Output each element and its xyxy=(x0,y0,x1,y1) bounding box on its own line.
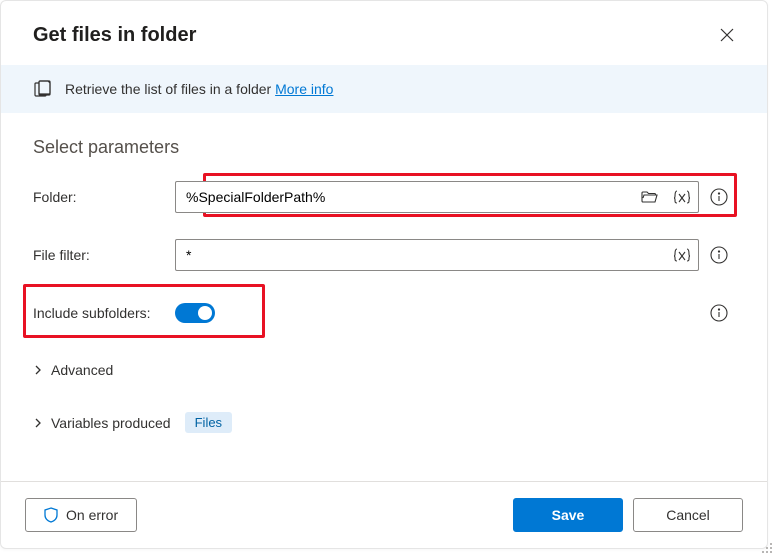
folder-input[interactable] xyxy=(176,182,634,212)
chevron-right-icon xyxy=(33,365,43,375)
folder-info-button[interactable] xyxy=(703,188,735,206)
shield-icon xyxy=(44,507,58,523)
close-button[interactable] xyxy=(711,19,743,51)
subfolders-info-button[interactable] xyxy=(703,304,735,322)
include-subfolders-toggle[interactable] xyxy=(175,303,215,323)
folder-row: Folder: xyxy=(33,180,735,214)
dialog-header: Get files in folder xyxy=(1,1,767,65)
banner-text-label: Retrieve the list of files in a folder xyxy=(65,81,271,97)
file-filter-variable-button[interactable] xyxy=(666,240,698,270)
variable-icon xyxy=(673,248,691,262)
folder-field xyxy=(175,181,699,213)
cancel-label: Cancel xyxy=(666,507,710,523)
dialog: Get files in folder Retrieve the list of… xyxy=(0,0,768,549)
variable-icon xyxy=(673,190,691,204)
include-subfolders-row: Include subfolders: xyxy=(33,296,735,330)
resize-grip[interactable] xyxy=(761,542,773,554)
toggle-knob xyxy=(198,306,212,320)
footer-right: Save Cancel xyxy=(513,498,743,532)
on-error-button[interactable]: On error xyxy=(25,498,137,532)
variables-label: Variables produced xyxy=(51,415,171,431)
save-button[interactable]: Save xyxy=(513,498,623,532)
on-error-label: On error xyxy=(66,507,118,523)
banner-text: Retrieve the list of files in a folder M… xyxy=(65,81,333,97)
file-filter-info-button[interactable] xyxy=(703,246,735,264)
file-filter-row: File filter: xyxy=(33,238,735,272)
advanced-expander[interactable]: Advanced xyxy=(33,354,735,386)
files-icon xyxy=(33,79,53,99)
content-area: Select parameters Folder: xyxy=(1,113,767,481)
cancel-button[interactable]: Cancel xyxy=(633,498,743,532)
close-icon xyxy=(720,28,734,42)
info-banner: Retrieve the list of files in a folder M… xyxy=(1,65,767,113)
browse-folder-button[interactable] xyxy=(634,182,666,212)
file-filter-input[interactable] xyxy=(176,240,666,270)
dialog-title: Get files in folder xyxy=(33,24,196,47)
save-label: Save xyxy=(552,507,585,523)
advanced-label: Advanced xyxy=(51,362,113,378)
section-title: Select parameters xyxy=(33,137,735,158)
more-info-link[interactable]: More info xyxy=(275,81,333,97)
folder-variable-button[interactable] xyxy=(666,182,698,212)
file-filter-field xyxy=(175,239,699,271)
variables-expander[interactable]: Variables produced Files xyxy=(33,404,735,441)
include-subfolders-label: Include subfolders: xyxy=(33,305,151,321)
chevron-right-icon xyxy=(33,418,43,428)
file-filter-label: File filter: xyxy=(33,247,175,263)
dialog-footer: On error Save Cancel xyxy=(1,481,767,548)
variable-chip[interactable]: Files xyxy=(185,412,232,433)
folder-label: Folder: xyxy=(33,189,175,205)
folder-open-icon xyxy=(641,190,659,204)
